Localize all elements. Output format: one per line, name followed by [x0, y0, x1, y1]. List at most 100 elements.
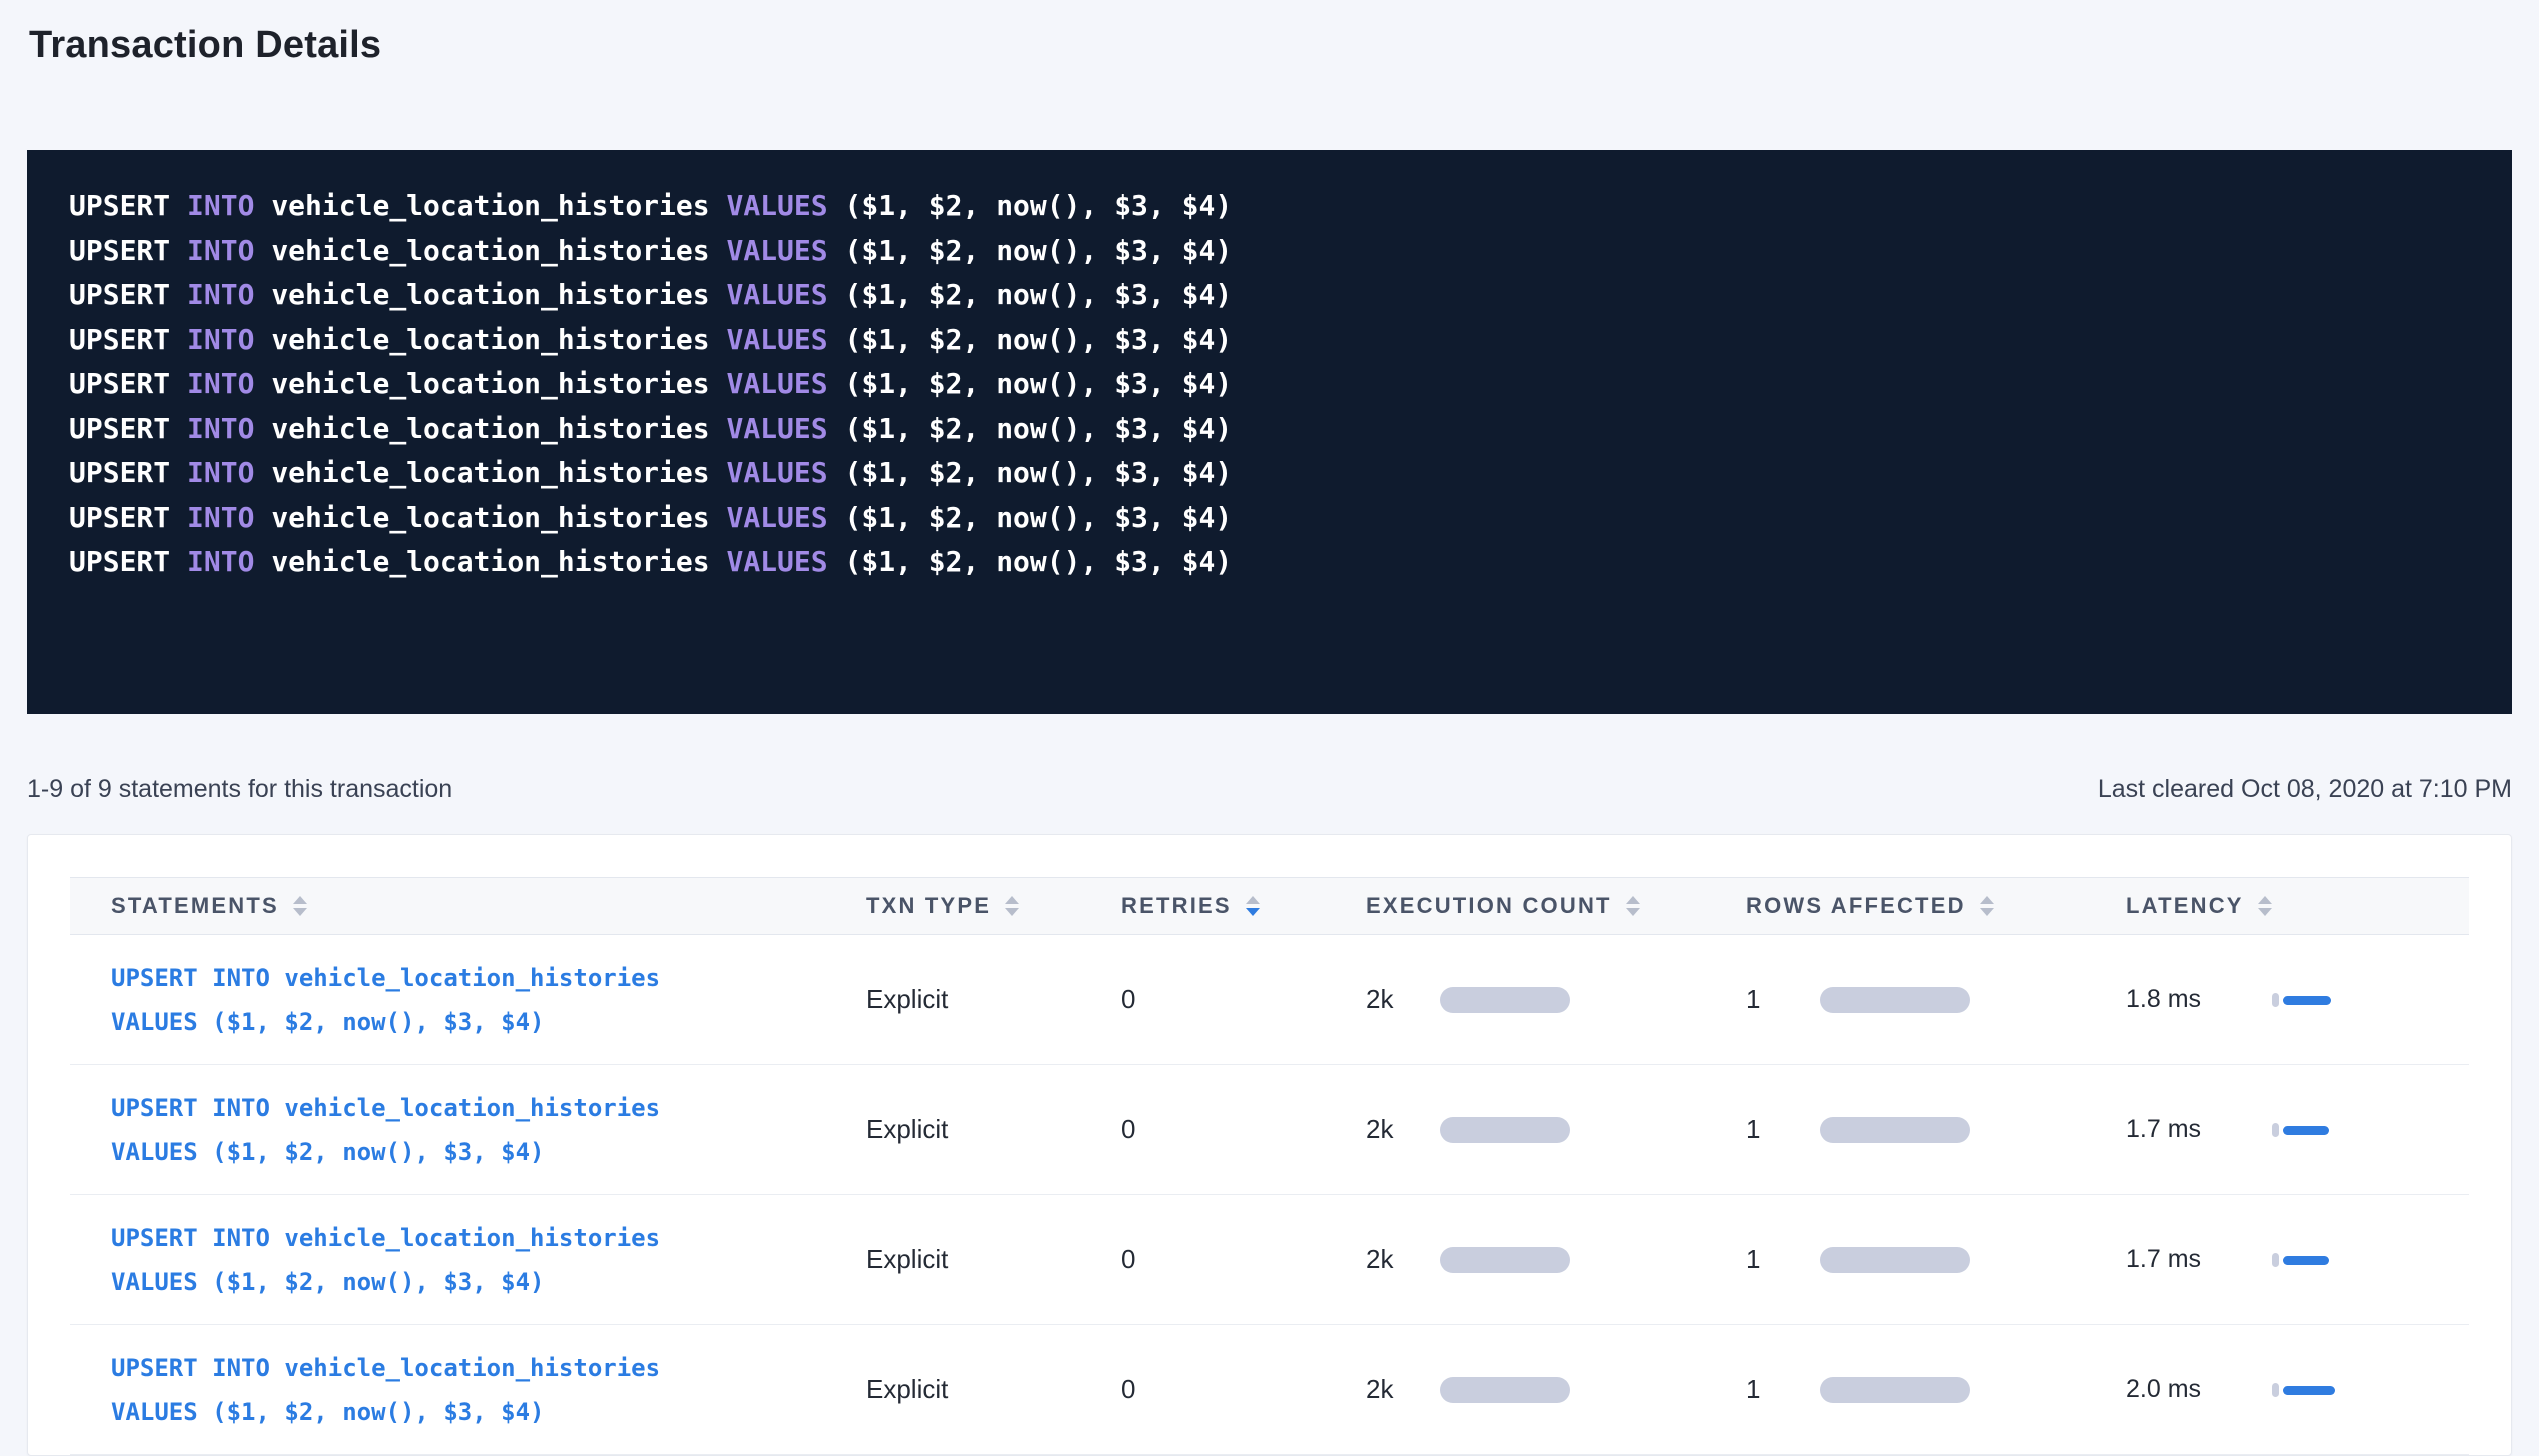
sql-table-name: vehicle_location_histories — [271, 189, 709, 222]
sql-keyword-into: INTO — [187, 456, 254, 489]
latency-bar — [2283, 1126, 2329, 1135]
retries-value: 0 — [1121, 1244, 1135, 1274]
execution-count-bar — [1440, 1247, 1570, 1273]
column-label: STATEMENTS — [111, 893, 279, 919]
sort-carets — [2258, 896, 2272, 916]
sql-keyword-upsert: UPSERT — [69, 501, 170, 534]
sql-statement-line: UPSERT INTO vehicle_location_histories V… — [69, 318, 2470, 363]
txn-type-value: Explicit — [866, 984, 948, 1014]
sql-keyword-values: VALUES — [726, 456, 827, 489]
txn-type-cell: Explicit — [825, 1244, 1080, 1275]
sort-carets — [293, 896, 307, 916]
txn-type-value: Explicit — [866, 1114, 948, 1144]
rows-affected-value: 1 — [1746, 1244, 1802, 1275]
sql-keyword-into: INTO — [187, 234, 254, 267]
latency-bar — [2283, 996, 2331, 1005]
table-header-row: STATEMENTS TXN TYPE RETRIES EXECUTION COUNT… — [70, 877, 2469, 935]
statement-cell: UPSERT INTO vehicle_location_historiesVA… — [70, 1216, 825, 1304]
column-header-txn-type[interactable]: TXN TYPE — [825, 893, 1080, 919]
execution-count-value: 2k — [1366, 1114, 1422, 1145]
execution-count-cell: 2k — [1325, 1244, 1705, 1275]
sql-keyword-upsert: UPSERT — [69, 234, 170, 267]
latency-bar — [2283, 1256, 2329, 1265]
table-row: UPSERT INTO vehicle_location_historiesVA… — [70, 1065, 2469, 1195]
retries-value: 0 — [1121, 1114, 1135, 1144]
sql-keyword-upsert: UPSERT — [69, 367, 170, 400]
sort-carets — [1246, 896, 1260, 916]
retries-cell: 0 — [1080, 984, 1325, 1015]
sql-keyword-values: VALUES — [726, 278, 827, 311]
column-header-retries[interactable]: RETRIES — [1080, 893, 1325, 919]
execution-count-bar — [1440, 1117, 1570, 1143]
retries-cell: 0 — [1080, 1244, 1325, 1275]
sort-carets — [1005, 896, 1019, 916]
rows-affected-value: 1 — [1746, 1374, 1802, 1405]
sql-table-name: vehicle_location_histories — [271, 456, 709, 489]
sql-keyword-values: VALUES — [726, 367, 827, 400]
sql-args: ($1, $2, now(), $3, $4) — [844, 545, 1232, 578]
execution-count-cell: 2k — [1325, 1114, 1705, 1145]
sql-keyword-values: VALUES — [726, 189, 827, 222]
sql-keyword-upsert: UPSERT — [69, 412, 170, 445]
rows-affected-bar — [1820, 987, 1970, 1013]
table-summary-bar: 1-9 of 9 statements for this transaction… — [27, 774, 2512, 804]
statement-link[interactable]: UPSERT INTO vehicle_location_historiesVA… — [111, 956, 825, 1044]
sql-args: ($1, $2, now(), $3, $4) — [844, 234, 1232, 267]
transaction-details-page: Transaction Details UPSERT INTO vehicle_… — [0, 0, 2539, 1456]
column-label: EXECUTION COUNT — [1366, 893, 1612, 919]
sql-args: ($1, $2, now(), $3, $4) — [844, 456, 1232, 489]
sql-statement-line: UPSERT INTO vehicle_location_histories V… — [69, 229, 2470, 274]
column-header-latency[interactable]: LATENCY — [2085, 893, 2469, 919]
latency-bar-chart — [2272, 1117, 2352, 1143]
page-title: Transaction Details — [29, 22, 2512, 68]
sql-keyword-upsert: UPSERT — [69, 189, 170, 222]
retries-value: 0 — [1121, 984, 1135, 1014]
latency-value: 2.0 ms — [2126, 1375, 2238, 1404]
sql-keyword-upsert: UPSERT — [69, 545, 170, 578]
sort-caret-up-icon — [1246, 896, 1260, 904]
sql-keyword-upsert: UPSERT — [69, 278, 170, 311]
column-label: LATENCY — [2126, 893, 2244, 919]
execution-count-cell: 2k — [1325, 1374, 1705, 1405]
sql-args: ($1, $2, now(), $3, $4) — [844, 412, 1232, 445]
sort-caret-down-icon — [293, 908, 307, 916]
sql-keyword-into: INTO — [187, 323, 254, 356]
retries-value: 0 — [1121, 1374, 1135, 1404]
sort-caret-down-icon — [1980, 908, 1994, 916]
sql-keyword-into: INTO — [187, 501, 254, 534]
column-label: RETRIES — [1121, 893, 1232, 919]
execution-count-value: 2k — [1366, 1244, 1422, 1275]
sql-statement-line: UPSERT INTO vehicle_location_histories V… — [69, 451, 2470, 496]
table-body: UPSERT INTO vehicle_location_historiesVA… — [70, 935, 2469, 1455]
sort-caret-down-icon — [2258, 908, 2272, 916]
sql-table-name: vehicle_location_histories — [271, 545, 709, 578]
statement-link[interactable]: UPSERT INTO vehicle_location_historiesVA… — [111, 1086, 825, 1174]
latency-bar-chart — [2272, 1247, 2352, 1273]
latency-dot — [2272, 993, 2279, 1007]
column-header-execution-count[interactable]: EXECUTION COUNT — [1325, 893, 1705, 919]
column-header-rows-affected[interactable]: ROWS AFFECTED — [1705, 893, 2085, 919]
statement-cell: UPSERT INTO vehicle_location_historiesVA… — [70, 1086, 825, 1174]
statement-link[interactable]: UPSERT INTO vehicle_location_historiesVA… — [111, 1216, 825, 1304]
execution-count-bar — [1440, 987, 1570, 1013]
rows-affected-bar — [1820, 1377, 1970, 1403]
statement-text-line1: UPSERT INTO vehicle_location_histories — [111, 1346, 825, 1390]
sql-statement-line: UPSERT INTO vehicle_location_histories V… — [69, 362, 2470, 407]
sort-caret-up-icon — [1005, 896, 1019, 904]
sql-table-name: vehicle_location_histories — [271, 323, 709, 356]
sql-keyword-upsert: UPSERT — [69, 456, 170, 489]
statement-link[interactable]: UPSERT INTO vehicle_location_historiesVA… — [111, 1346, 825, 1434]
rows-affected-value: 1 — [1746, 984, 1802, 1015]
sql-table-name: vehicle_location_histories — [271, 501, 709, 534]
statement-cell: UPSERT INTO vehicle_location_historiesVA… — [70, 956, 825, 1044]
sort-carets — [1626, 896, 1640, 916]
table-row: UPSERT INTO vehicle_location_historiesVA… — [70, 935, 2469, 1065]
sql-statement-line: UPSERT INTO vehicle_location_histories V… — [69, 184, 2470, 229]
txn-type-cell: Explicit — [825, 1114, 1080, 1145]
rows-affected-cell: 1 — [1705, 984, 2085, 1015]
latency-cell: 1.8 ms — [2085, 985, 2469, 1014]
retries-cell: 0 — [1080, 1114, 1325, 1145]
latency-bar — [2283, 1386, 2335, 1395]
column-header-statements[interactable]: STATEMENTS — [70, 893, 825, 919]
txn-type-cell: Explicit — [825, 1374, 1080, 1405]
